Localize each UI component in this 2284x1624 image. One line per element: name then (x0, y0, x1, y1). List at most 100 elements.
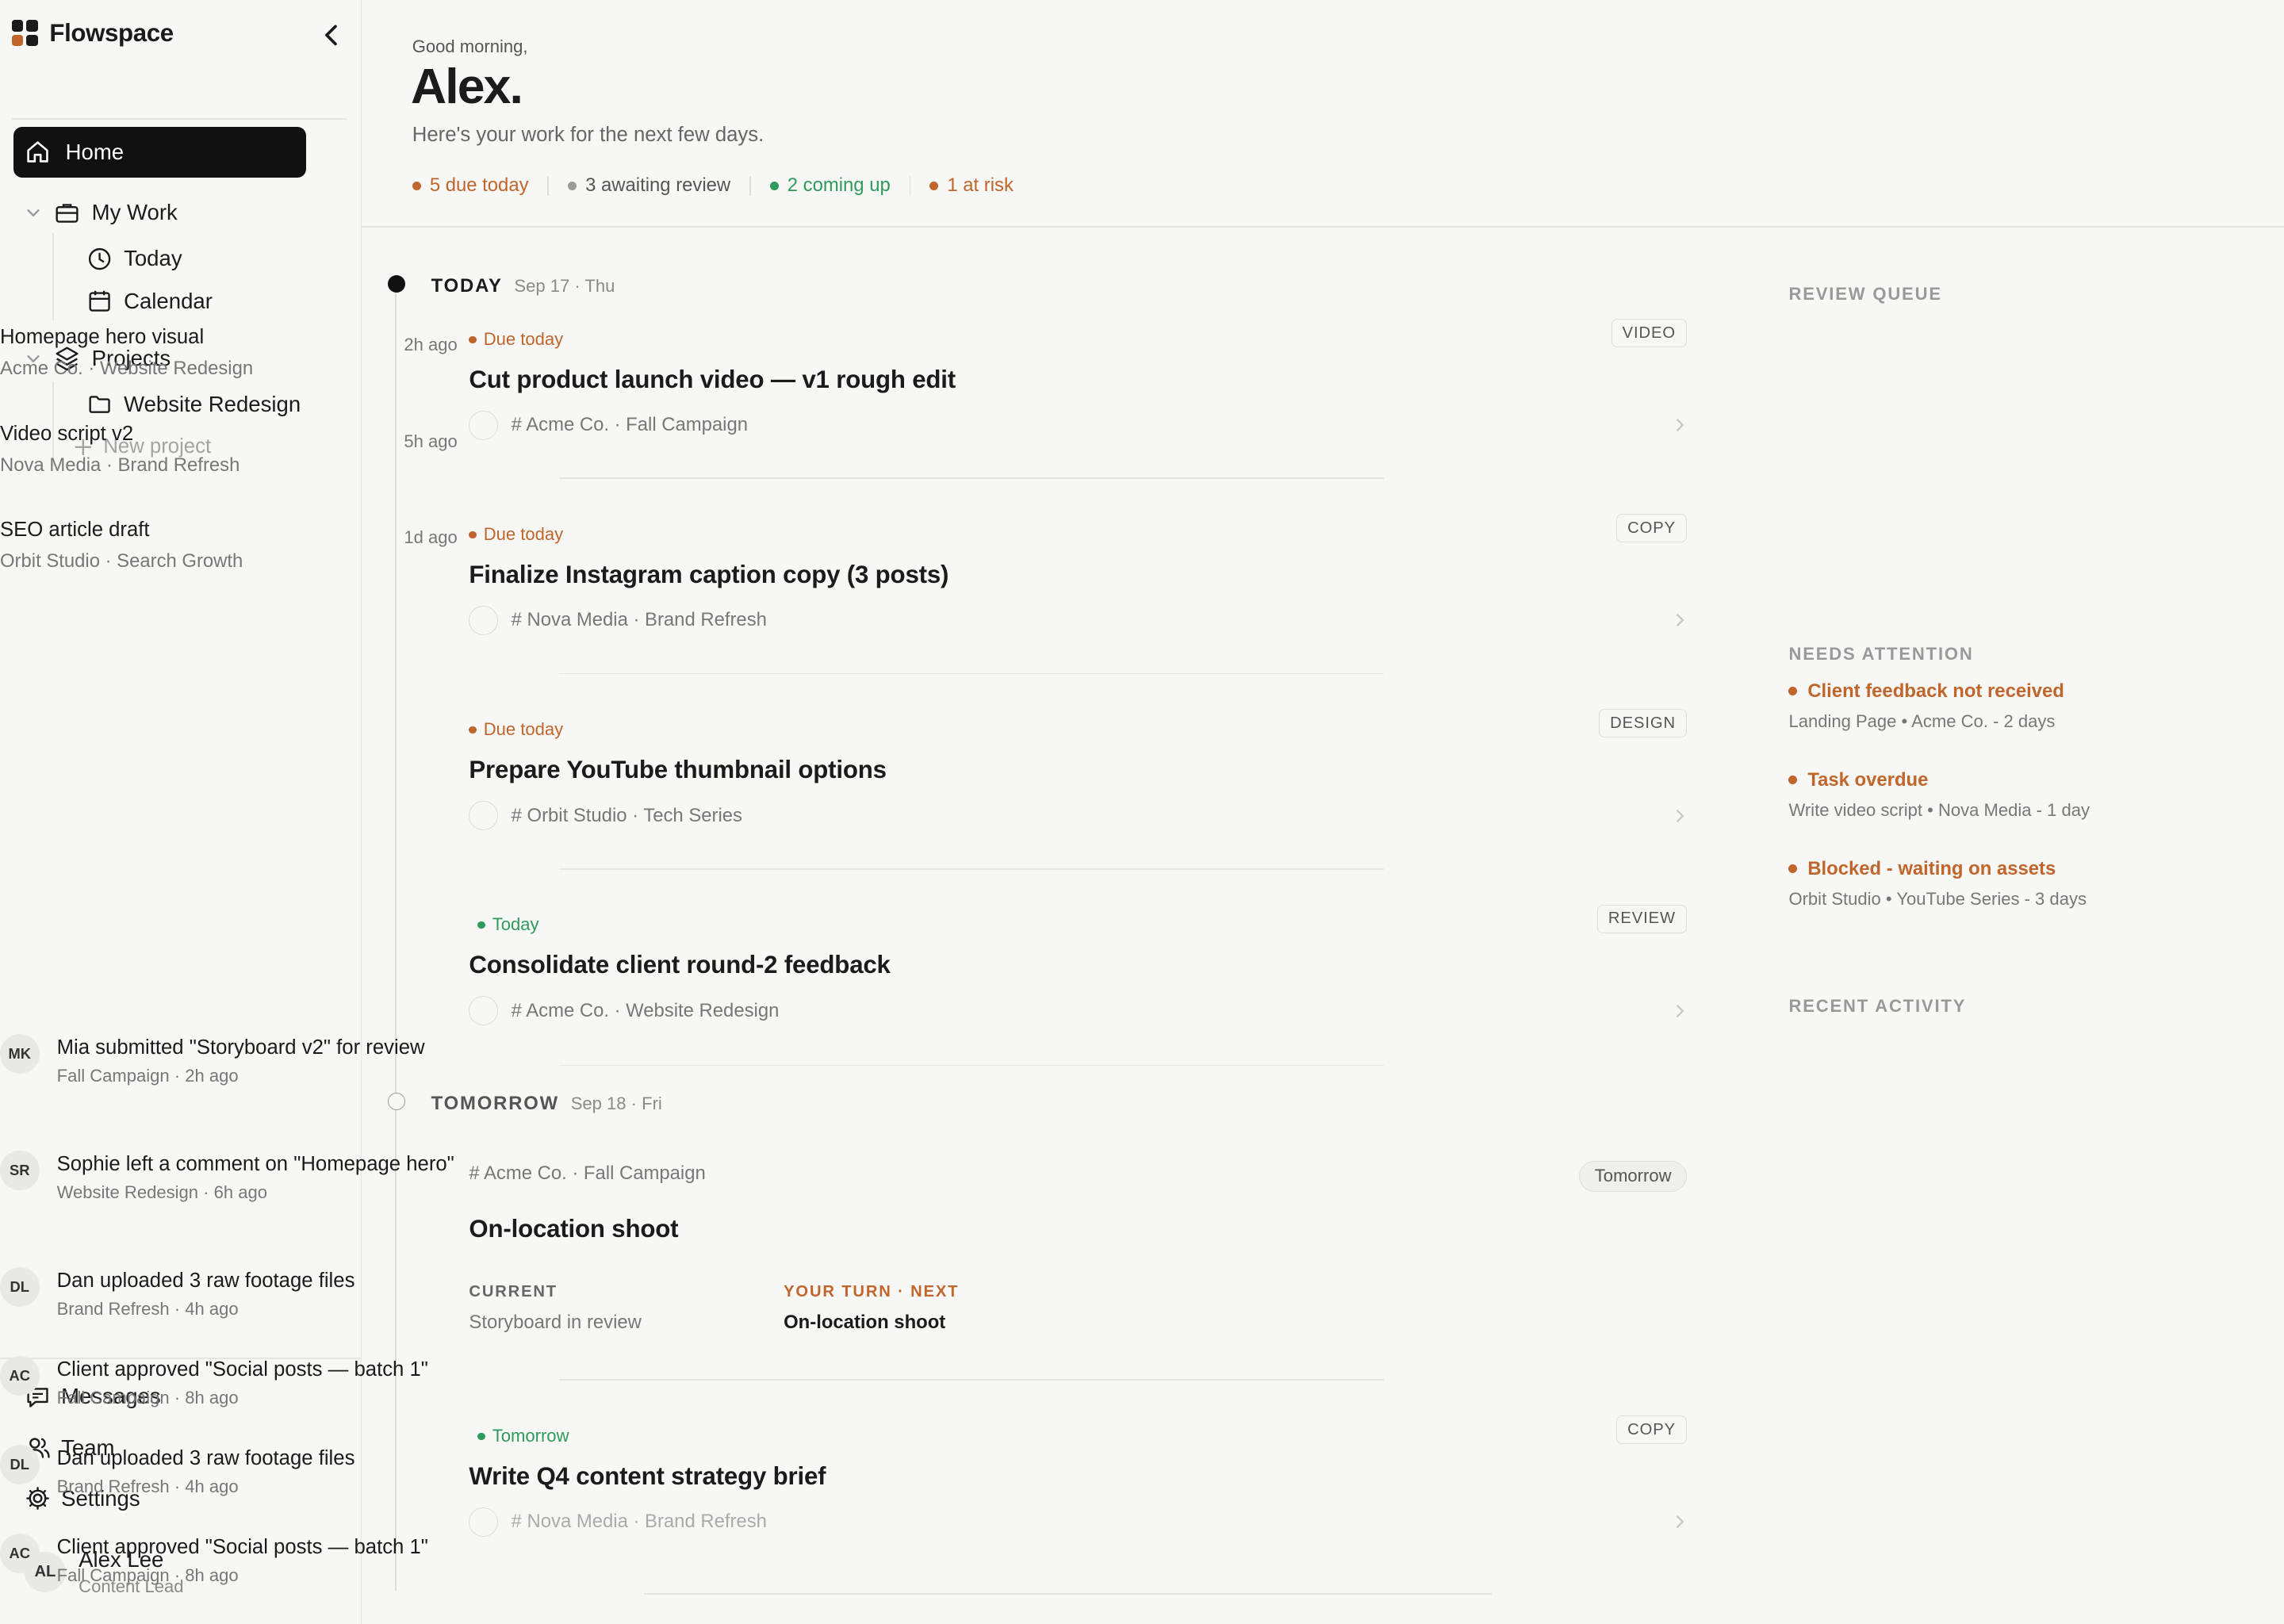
shoot-card[interactable]: # Acme Co. · Fall Campaign Tomorrow On-l… (469, 1160, 1687, 1352)
task-card[interactable]: Tomorrow Write Q4 content strategy brief… (469, 1415, 1687, 1621)
brand-name: Flowspace (49, 18, 174, 47)
alert-dot (1788, 864, 1798, 874)
complete-checkbox[interactable] (469, 801, 499, 830)
activity-item[interactable]: MK Mia submitted "Storyboard v2" for rev… (0, 1034, 458, 1086)
attention-title: Blocked - waiting on assets (1807, 857, 2056, 879)
day-header-today: TODAY Sep 17 · Thu (431, 275, 615, 297)
activity-item[interactable]: AC Client approved "Social posts — batch… (0, 1534, 458, 1586)
attention-title: Client feedback not received (1807, 680, 2064, 702)
brand[interactable]: Flowspace (11, 18, 174, 48)
activity-item[interactable]: DL Dan uploaded 3 raw footage files Brand… (0, 1445, 458, 1497)
calendar-icon (89, 290, 110, 312)
day-date: Sep 17 · Thu (514, 276, 615, 297)
review-sub: Acme Co. · Website Redesign (0, 358, 254, 380)
complete-checkbox[interactable] (469, 606, 499, 635)
divider (643, 1593, 1492, 1595)
nav-calendar-label: Calendar (124, 288, 213, 313)
complete-checkbox[interactable] (469, 1507, 499, 1537)
chevron-right-icon (1676, 419, 1684, 432)
stat-coming-up[interactable]: 2 coming up (769, 174, 891, 197)
task-title: Prepare YouTube thumbnail options (469, 756, 887, 784)
complete-checkbox[interactable] (469, 996, 499, 1025)
nav-today[interactable]: Today (87, 246, 182, 271)
stat-label: 3 awaiting review (585, 174, 731, 197)
review-title: Video script v2 (0, 422, 134, 445)
task-tag: REVIEW (1597, 904, 1687, 933)
stat-awaiting-review[interactable]: 3 awaiting review (568, 174, 730, 197)
task-meta: # Orbit Studio · Tech Series (469, 801, 742, 830)
nav-my-work[interactable]: My Work (25, 200, 178, 226)
day-title: TOMORROW (431, 1092, 560, 1114)
folder-icon (89, 396, 110, 414)
task-meta: # Nova Media · Brand Refresh (469, 1507, 767, 1537)
task-status: Due today (469, 329, 563, 350)
task-card[interactable]: Today Consolidate client round-2 feedbac… (469, 904, 1687, 1109)
activity-item[interactable]: SR Sophie left a comment on "Homepage he… (0, 1150, 458, 1203)
activity-title: Sophie left a comment on "Homepage hero" (56, 1152, 454, 1175)
activity-title: Client approved "Social posts — batch 1" (56, 1358, 428, 1381)
day-date: Sep 18 · Fri (570, 1093, 662, 1113)
task-tag: VIDEO (1611, 319, 1687, 348)
avatar: AC (0, 1534, 40, 1573)
divider (559, 1064, 1384, 1067)
section-heading: RECENT ACTIVITY (1788, 996, 1967, 1017)
activity-sub: Fall Campaign · 2h ago (56, 1066, 239, 1086)
attention-item[interactable]: Blocked - waiting on assets Orbit Studio… (1788, 858, 2246, 910)
review-item[interactable]: SEO article draft Orbit Studio · Search … (0, 519, 458, 573)
task-meta: # Acme Co. · Fall Campaign (469, 410, 748, 440)
stat-due-today[interactable]: 5 due today (412, 174, 529, 197)
chevron-right-icon (1676, 614, 1684, 627)
project-website-redesign[interactable]: Website Redesign (87, 392, 301, 417)
complete-checkbox[interactable] (469, 410, 499, 440)
task-card[interactable]: Due today Prepare YouTube thumbnail opti… (469, 709, 1687, 914)
current-value: Storyboard in review (469, 1311, 642, 1333)
avatar: SR (0, 1150, 40, 1190)
task-title: Write Q4 content strategy brief (469, 1462, 826, 1491)
stat-at-risk[interactable]: 1 at risk (929, 174, 1014, 197)
attention-title: Task overdue (1807, 768, 1929, 791)
task-status: Due today (469, 524, 563, 545)
attention-sub: Orbit Studio • YouTube Series - 3 days (1788, 888, 2087, 909)
task-card[interactable]: Due today Finalize Instagram caption cop… (469, 514, 1687, 719)
attention-item[interactable]: Task overdue Write video script • Nova M… (1788, 769, 2246, 821)
activity-sub: Fall Campaign · 8h ago (56, 1388, 239, 1408)
collapse-sidebar-button[interactable] (317, 21, 347, 50)
attention-item[interactable]: Client feedback not received Landing Pag… (1788, 680, 2246, 732)
divider (11, 117, 347, 120)
activity-title: Dan uploaded 3 raw footage files (56, 1447, 355, 1469)
activity-item[interactable]: DL Dan uploaded 3 raw footage files Brand… (0, 1266, 458, 1320)
tree-guide (52, 232, 54, 321)
date-pill: Tomorrow (1579, 1160, 1687, 1192)
task-title: Cut product launch video — v1 rough edit (469, 366, 956, 393)
activity-item[interactable]: AC Client approved "Social posts — batch… (0, 1355, 458, 1408)
day-header-tomorrow: TOMORROW Sep 18 · Fri (431, 1093, 662, 1115)
status-dot (769, 181, 779, 190)
chevron-right-icon (1676, 1515, 1684, 1529)
task-status: Tomorrow (477, 1426, 569, 1446)
review-item[interactable]: Video script v2 Nova Media · Brand Refre… (0, 423, 458, 477)
clock-icon (89, 247, 111, 270)
timeline-dot (387, 275, 405, 293)
page-title: Alex. (410, 59, 523, 115)
chevron-left-icon (325, 25, 338, 45)
recent-activity: RECENT ACTIVITY (1788, 996, 2246, 1017)
nav-home[interactable]: Home (13, 126, 306, 178)
task-card[interactable]: Due today Cut product launch video — v1 … (469, 319, 1687, 524)
avatar: MK (0, 1034, 40, 1074)
review-sub: Orbit Studio · Search Growth (0, 550, 243, 572)
nav-calendar[interactable]: Calendar (87, 289, 213, 314)
stat-label: 1 at risk (947, 174, 1014, 197)
review-time: 5h ago (404, 431, 458, 451)
stat-label: 5 due today (429, 174, 529, 197)
task-title: Consolidate client round-2 feedback (469, 951, 891, 979)
status-dot (412, 181, 421, 190)
avatar: AC (0, 1355, 40, 1396)
flowspace-logo-icon (11, 20, 38, 47)
review-time: 1d ago (404, 527, 458, 547)
task-meta: # Acme Co. · Website Redesign (469, 996, 779, 1025)
greeting: Good morning, (412, 36, 528, 56)
task-title: On-location shoot (469, 1214, 679, 1243)
task-status: Today (477, 914, 539, 935)
review-item[interactable]: Homepage hero visual Acme Co. · Website … (0, 326, 458, 380)
activity-title: Mia submitted "Storyboard v2" for review (56, 1036, 425, 1059)
